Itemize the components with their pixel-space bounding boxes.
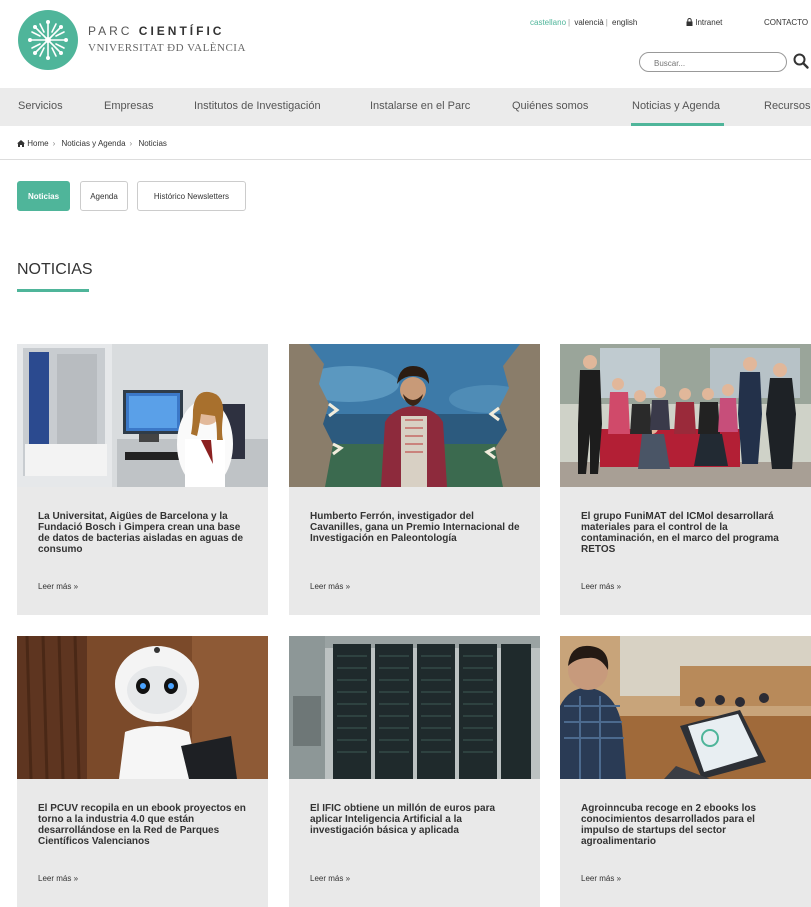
news-title[interactable]: El grupo FuniMAT del ICMol desarrollará …: [581, 511, 793, 555]
news-card[interactable]: El grupo FuniMAT del ICMol desarrollará …: [560, 344, 811, 615]
lang-valenciano[interactable]: valencià: [574, 18, 603, 27]
nav-quienes-somos[interactable]: Quiénes somos: [512, 100, 588, 112]
search-button[interactable]: [792, 52, 810, 70]
news-image-servers[interactable]: [289, 636, 540, 779]
lang-castellano[interactable]: castellano: [530, 18, 566, 27]
breadcrumb: Home › Noticias y Agenda › Noticias: [17, 139, 167, 148]
news-card[interactable]: La Universitat, Aigües de Barcelona y la…: [17, 344, 268, 615]
language-switcher: castellano | valencià | english: [530, 18, 638, 27]
news-image-robot[interactable]: [17, 636, 268, 779]
breadcrumb-noticias-agenda[interactable]: Noticias y Agenda: [61, 139, 125, 148]
nav-instalarse[interactable]: Instalarse en el Parc: [370, 100, 470, 112]
news-title[interactable]: El PCUV recopila en un ebook proyectos e…: [38, 803, 250, 847]
breadcrumb-current: Noticias: [138, 139, 167, 148]
intranet-label: Intranet: [695, 18, 723, 27]
search-icon: [793, 53, 809, 69]
divider: [0, 159, 811, 160]
news-card[interactable]: Humberto Ferrón, investigador del Cavani…: [289, 344, 540, 615]
tab-agenda[interactable]: Agenda: [80, 181, 128, 211]
contacto-link[interactable]: CONTACTO: [764, 18, 808, 27]
brand-name: PARC CIENTÍFIC: [88, 24, 225, 38]
nav-noticias-agenda[interactable]: Noticias y Agenda: [632, 100, 720, 112]
tab-historico-newsletters[interactable]: Histórico Newsletters: [137, 181, 246, 211]
read-more-link[interactable]: Leer más »: [310, 874, 350, 883]
news-image-shark-jaws[interactable]: [289, 344, 540, 487]
read-more-link[interactable]: Leer más »: [581, 582, 621, 591]
search-input[interactable]: [640, 54, 774, 73]
news-card[interactable]: Agroinncuba recoge en 2 ebooks los conoc…: [560, 636, 811, 907]
intranet-link[interactable]: Intranet: [686, 18, 722, 27]
parc-cientific-logo[interactable]: [18, 10, 78, 70]
read-more-link[interactable]: Leer más »: [581, 874, 621, 883]
brand-university: VNIVERSITAT ĐD VALÈNCIA: [88, 42, 246, 54]
news-title[interactable]: La Universitat, Aigües de Barcelona y la…: [38, 511, 250, 555]
news-title[interactable]: El IFIC obtiene un millón de euros para …: [310, 803, 522, 836]
news-card[interactable]: El IFIC obtiene un millón de euros para …: [289, 636, 540, 907]
read-more-link[interactable]: Leer más »: [310, 582, 350, 591]
nav-active-indicator: [631, 123, 724, 126]
nav-recursos[interactable]: Recursos: [764, 100, 810, 112]
nav-institutos[interactable]: Institutos de Investigación: [194, 100, 321, 112]
read-more-link[interactable]: Leer más »: [38, 874, 78, 883]
news-title[interactable]: Humberto Ferrón, investigador del Cavani…: [310, 511, 522, 544]
news-image-meeting[interactable]: [560, 636, 811, 779]
news-image-lab[interactable]: [17, 344, 268, 487]
title-underline: [17, 289, 89, 292]
read-more-link[interactable]: Leer más »: [38, 582, 78, 591]
news-card[interactable]: El PCUV recopila en un ebook proyectos e…: [17, 636, 268, 907]
home-icon: [17, 139, 25, 147]
news-image-group-photo[interactable]: [560, 344, 811, 487]
tab-noticias[interactable]: Noticias: [17, 181, 70, 211]
lock-icon: [686, 18, 693, 26]
breadcrumb-home[interactable]: Home: [27, 139, 48, 148]
main-navigation: Servicios Empresas Institutos de Investi…: [0, 88, 811, 126]
page-title: NOTICIAS: [17, 261, 93, 278]
lang-english[interactable]: english: [612, 18, 637, 27]
news-title[interactable]: Agroinncuba recoge en 2 ebooks los conoc…: [581, 803, 793, 847]
search-box: [639, 52, 787, 73]
nav-empresas[interactable]: Empresas: [104, 100, 154, 112]
nav-servicios[interactable]: Servicios: [18, 100, 63, 112]
